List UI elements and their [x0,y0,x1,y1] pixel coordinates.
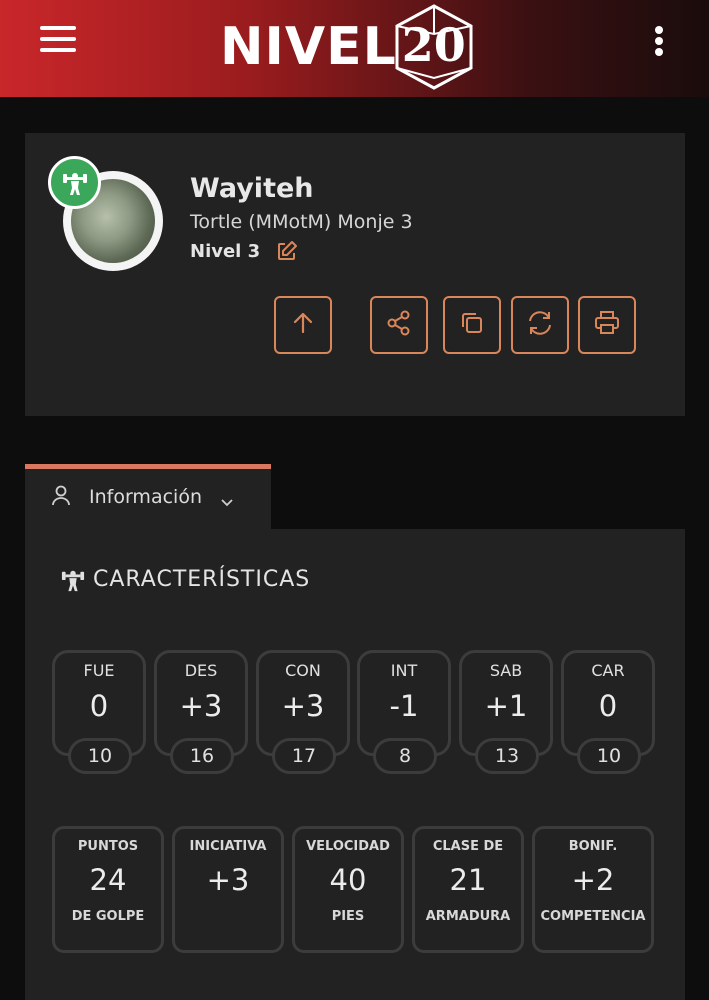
stat-label-top: BONIF. [568,839,618,854]
print-button[interactable] [578,296,636,354]
logo-text: NIVEL [220,17,397,77]
hamburger-menu-icon[interactable] [40,26,76,52]
character-level: Nivel 3 [190,241,261,262]
ability-car[interactable]: CAR 0 10 [561,650,655,774]
print-icon [592,308,622,342]
stat-label-top: CLASE DE [432,839,504,854]
ability-des[interactable]: DES +3 16 [154,650,248,774]
ability-score: 17 [272,738,336,774]
weightlifter-icon [48,156,101,209]
stat-armor-class[interactable]: CLASE DE 21 ARMADURA [412,826,524,953]
ability-score: 16 [170,738,234,774]
section-title: CARACTERÍSTICAS [93,567,311,592]
ability-modifier: 0 [89,689,109,723]
character-race-class: Tortle (MMotM) Monje 3 [190,211,413,233]
weightlifter-icon [61,567,85,593]
tab-label: Información [89,486,202,508]
ability-score: 10 [68,738,132,774]
stat-label-bottom: COMPETENCIA [540,909,646,924]
stat-value: +2 [571,863,615,897]
stat-label-top: VELOCIDAD [306,839,390,854]
stat-label-bottom: ARMADURA [425,909,511,924]
copy-button[interactable] [443,296,501,354]
top-bar: NIVEL 20 [0,0,709,97]
ability-score: 13 [475,738,539,774]
stat-initiative[interactable]: INICIATIVA +3 [172,826,284,953]
character-card: Wayiteh Tortle (MMotM) Monje 3 Nivel 3 [25,133,685,416]
ability-label: DES [184,661,218,680]
stat-label-top: PUNTOS [77,839,139,854]
ability-modifier: 0 [598,689,618,723]
kebab-menu-icon[interactable] [652,26,666,58]
ability-label: FUE [83,661,115,680]
arrow-up-icon [290,310,316,340]
sync-icon [525,308,555,342]
ability-modifier: +3 [179,689,223,723]
d20-icon: 20 [391,4,477,90]
sync-button[interactable] [511,296,569,354]
ability-modifier: -1 [389,689,419,723]
stat-value: 24 [89,863,127,897]
ability-fue[interactable]: FUE 0 10 [52,650,146,774]
ability-con[interactable]: CON +3 17 [256,650,350,774]
stat-label-bottom: DE GOLPE [71,909,145,924]
stat-speed[interactable]: VELOCIDAD 40 PIES [292,826,404,953]
stat-hit-points[interactable]: PUNTOS 24 DE GOLPE [52,826,164,953]
ability-label: SAB [489,661,523,680]
logo-number: 20 [401,18,466,72]
stat-value: 40 [329,863,367,897]
characteristics-panel: CARACTERÍSTICAS FUE 0 10 DES +3 16 CON +… [25,529,685,1000]
ability-score: 10 [577,738,641,774]
copy-icon [458,309,486,341]
edit-icon[interactable] [276,240,298,262]
ability-label: INT [390,661,418,680]
stat-label-bottom: PIES [331,909,365,924]
stat-value: 21 [449,863,487,897]
ability-sab[interactable]: SAB +1 13 [459,650,553,774]
share-button[interactable] [370,296,428,354]
user-icon [51,485,71,507]
level-up-button[interactable] [274,296,332,354]
stat-label-top: INICIATIVA [189,839,267,854]
stat-value: +3 [206,863,250,897]
ability-modifier: +3 [281,689,325,723]
character-name: Wayiteh [190,173,314,204]
ability-score: 8 [373,738,437,774]
ability-label: CAR [591,661,625,680]
tab-informacion[interactable]: Información [25,464,271,529]
chevron-down-icon [220,493,234,507]
app-logo[interactable]: NIVEL 20 [220,4,490,90]
share-icon [385,309,413,341]
ability-int[interactable]: INT -1 8 [357,650,451,774]
ability-modifier: +1 [484,689,528,723]
stat-proficiency-bonus[interactable]: BONIF. +2 COMPETENCIA [532,826,654,953]
ability-label: CON [285,661,321,680]
